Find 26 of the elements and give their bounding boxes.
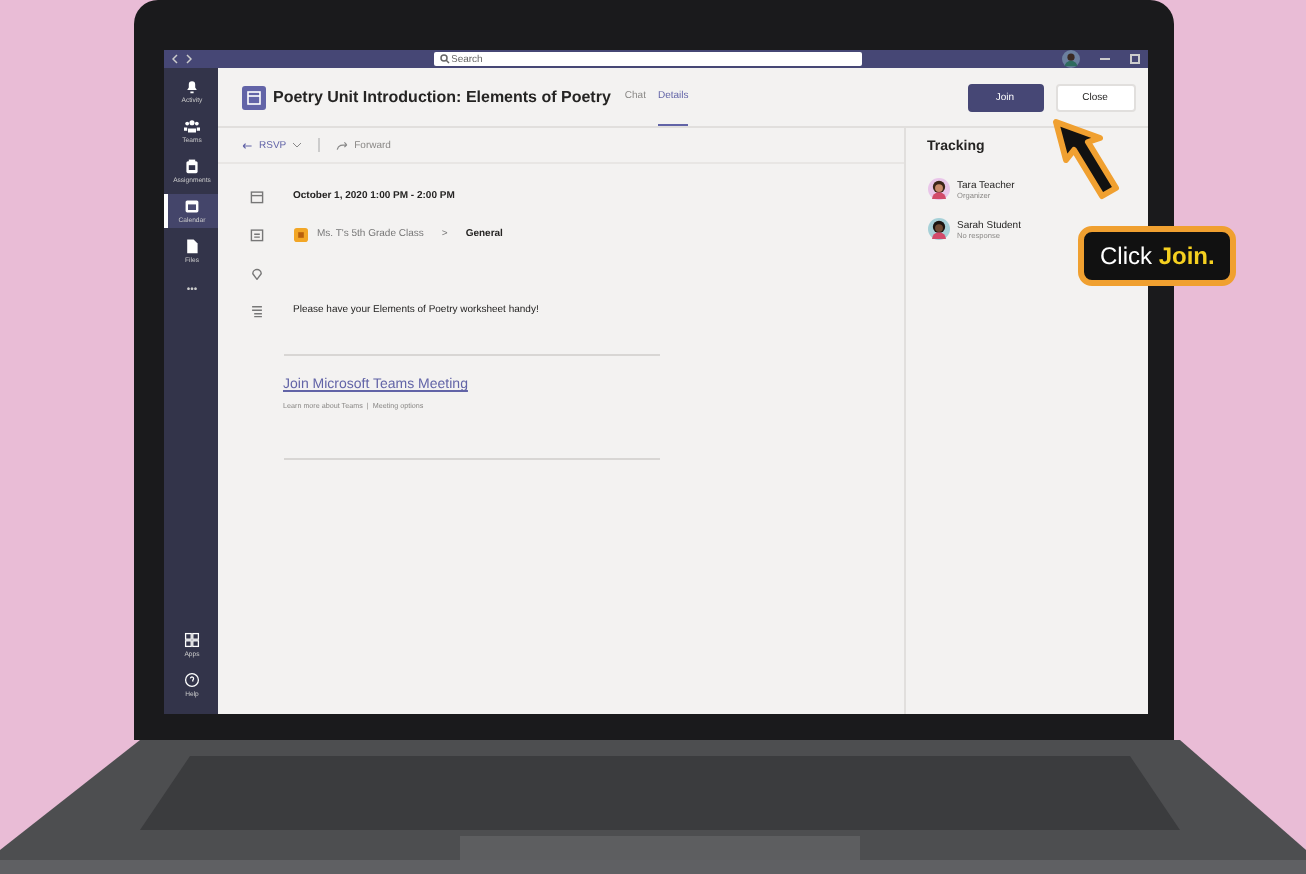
- reply-icon: [241, 139, 253, 151]
- search-icon: [439, 54, 449, 64]
- file-icon: [184, 238, 200, 254]
- people-icon: [184, 118, 200, 134]
- help-icon: [184, 672, 200, 688]
- calendar-icon: [249, 189, 263, 203]
- channel-icon: [249, 227, 263, 241]
- apps-icon: [184, 632, 200, 648]
- maximize-icon[interactable]: [1129, 54, 1139, 64]
- clipboard-icon: [184, 158, 200, 174]
- team-icon: [293, 227, 307, 241]
- chevron-down-icon: [292, 140, 303, 150]
- location-icon: [249, 265, 263, 279]
- callout-label: Click Join.: [1078, 226, 1237, 286]
- notes-icon: [249, 303, 263, 317]
- calendar-icon: [241, 85, 265, 109]
- minimize-icon[interactable]: [1099, 58, 1109, 60]
- bell-icon: [184, 78, 200, 94]
- calendar-icon: [184, 198, 200, 214]
- avatar-icon: [927, 178, 949, 200]
- avatar-icon: [927, 218, 949, 240]
- forward-icon: [336, 139, 349, 151]
- meeting-title: Poetry Unit Introduction: Elements of Poetry: [273, 88, 611, 106]
- forward-icon[interactable]: [185, 54, 191, 64]
- back-icon[interactable]: [171, 54, 177, 64]
- avatar-icon[interactable]: [1061, 50, 1079, 68]
